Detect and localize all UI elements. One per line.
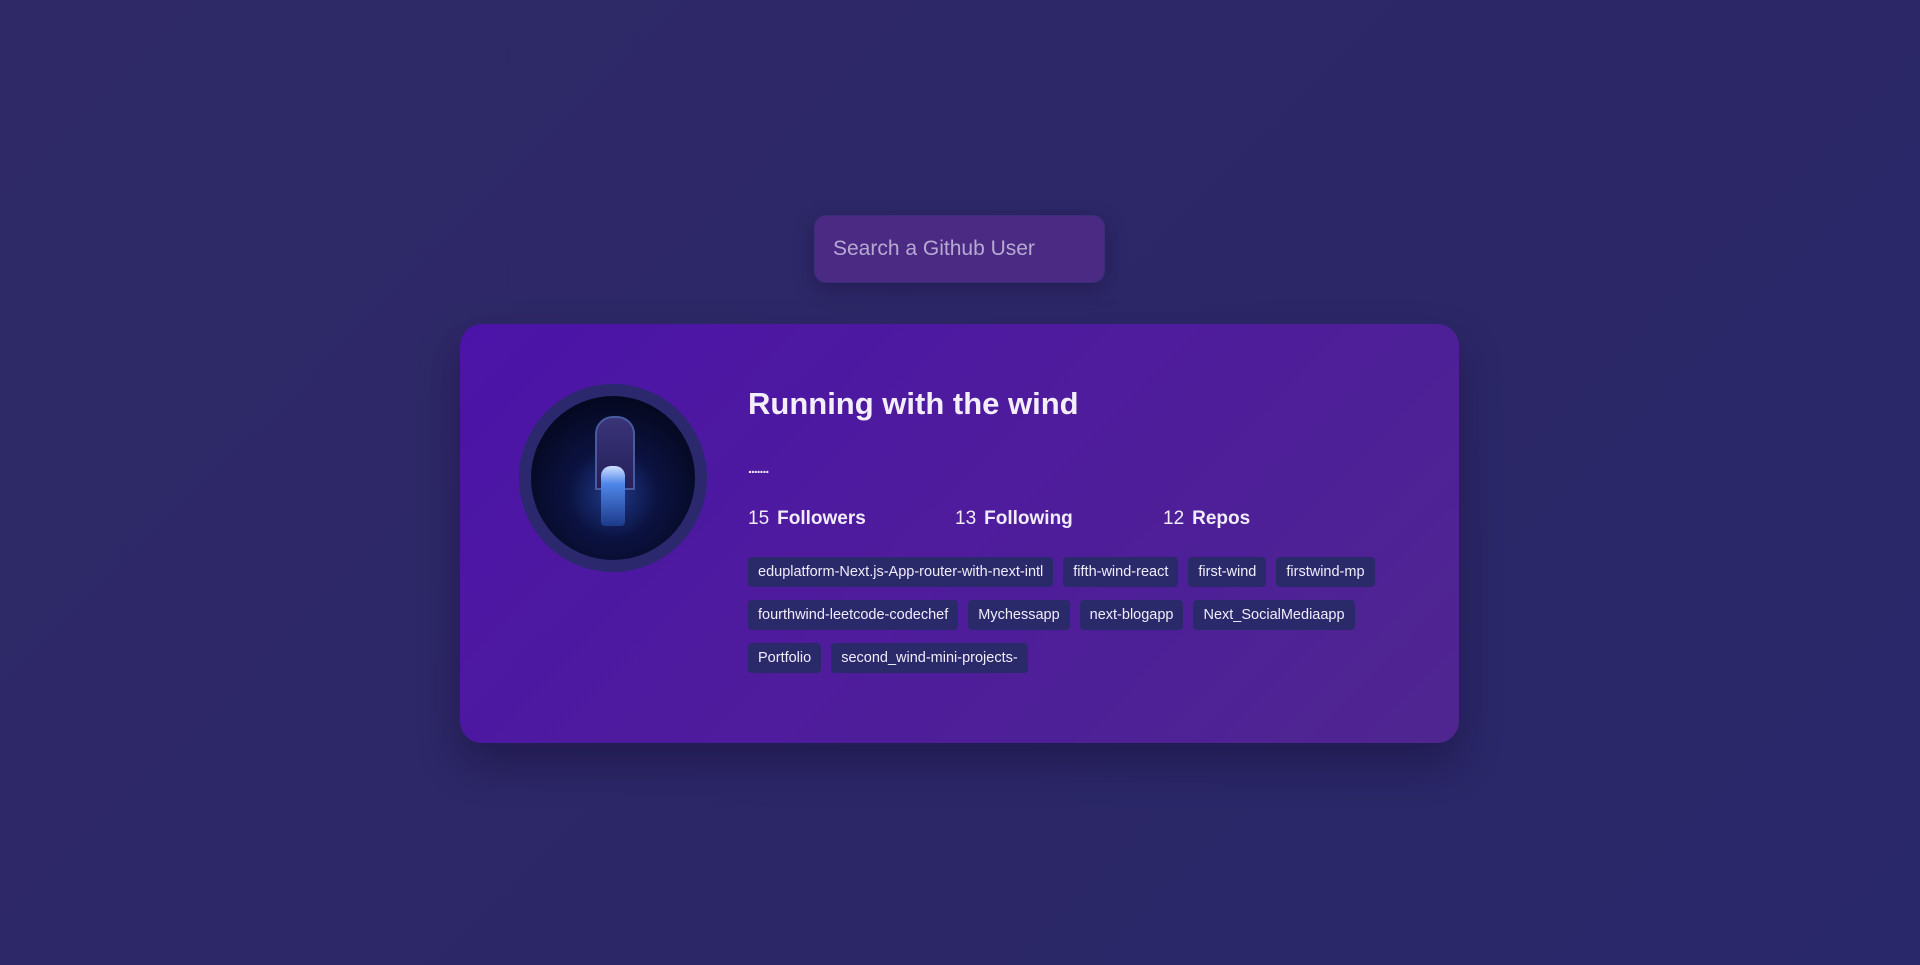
- avatar-frame: [519, 384, 707, 572]
- profile-card: Running with the wind ....... 15 Follower…: [460, 324, 1459, 743]
- stat-followers: 15 Followers: [748, 508, 866, 530]
- repo-tag[interactable]: fourthwind-leetcode-codechef: [748, 600, 959, 630]
- avatar: [531, 396, 695, 560]
- repo-tag[interactable]: Portfolio: [748, 643, 822, 673]
- repo-tag[interactable]: eduplatform-Next.js-App-router-with-next…: [748, 557, 1054, 587]
- following-count: 13: [955, 508, 977, 529]
- repo-tag[interactable]: next-blogapp: [1079, 600, 1184, 630]
- repos-count: 12: [1163, 508, 1185, 529]
- profile-bio: .......: [748, 460, 769, 476]
- following-label: Following: [984, 508, 1073, 529]
- repo-list: eduplatform-Next.js-App-router-with-next…: [748, 557, 1388, 673]
- repo-tag[interactable]: fifth-wind-react: [1063, 557, 1179, 587]
- repo-tag[interactable]: second_wind-mini-projects-: [831, 643, 1028, 673]
- repo-tag[interactable]: first-wind: [1188, 557, 1267, 587]
- stat-repos: 12 Repos: [1163, 508, 1250, 530]
- repo-tag[interactable]: Mychessapp: [968, 600, 1070, 630]
- followers-count: 15: [748, 508, 770, 529]
- repo-tag[interactable]: firstwind-mp: [1276, 557, 1375, 587]
- stat-following: 13 Following: [955, 508, 1073, 530]
- followers-label: Followers: [777, 508, 866, 529]
- profile-name: Running with the wind: [748, 386, 1079, 421]
- search-input[interactable]: [814, 215, 1105, 283]
- repos-label: Repos: [1192, 508, 1251, 529]
- repo-tag[interactable]: Next_SocialMediaapp: [1193, 600, 1355, 630]
- avatar-figure-art: [601, 466, 625, 526]
